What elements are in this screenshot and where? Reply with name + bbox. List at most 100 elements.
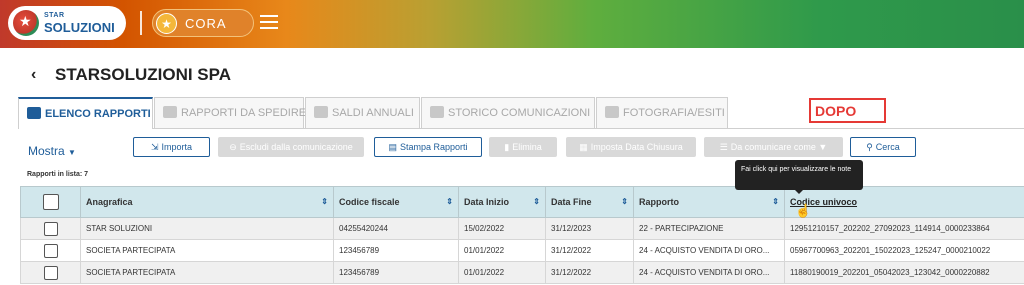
sort-icon: ⇕ (533, 197, 540, 206)
escludi-button[interactable]: ⊖ Escludi dalla comunicazione (218, 137, 364, 157)
imposta-label: Imposta Data Chiusura (590, 142, 683, 152)
da-comunicare-label: Da comunicare come (730, 142, 816, 152)
cell-rapporto: 22 - PARTECIPAZIONE (633, 217, 785, 240)
select-all-checkbox-cell (20, 186, 81, 218)
select-all-checkbox[interactable] (42, 194, 59, 210)
hamburger-menu-icon[interactable] (260, 15, 278, 31)
camera-icon (605, 106, 619, 118)
tab-rapporti-da-spedire[interactable]: RAPPORTI DA SPEDIRE (154, 97, 307, 128)
cell-codice-univoco: 05967700963_202201_15022023_125247_00002… (784, 239, 1024, 262)
header-label: Rapporto (639, 197, 679, 207)
sort-icon: ⇕ (446, 197, 453, 206)
rapporti-count: Rapporti in lista: 7 (27, 171, 89, 178)
starsoluzioni-logo[interactable]: STAR SOLUZIONI (8, 6, 126, 40)
cell-anagrafica: SOCIETA PARTECIPATA (80, 261, 334, 284)
star-logo-icon (13, 10, 39, 36)
column-header-rapporto[interactable]: Rapporto ⇕ (633, 186, 785, 218)
sort-icon: ⇕ (772, 197, 779, 206)
sort-icon: ⇕ (321, 197, 328, 206)
row-checkbox-cell (20, 261, 81, 284)
cell-anagrafica: SOCIETA PARTECIPATA (80, 239, 334, 262)
header-divider (140, 11, 142, 35)
importa-button[interactable]: ⇲ Importa (133, 137, 210, 157)
da-comunicare-dropdown[interactable]: ☰ Da comunicare come ▼ (704, 137, 843, 157)
row-checkbox[interactable] (43, 221, 58, 236)
header-label: Codice fiscale (339, 197, 400, 207)
mostra-dropdown[interactable]: Mostra ▼ (28, 144, 76, 158)
caret-down-icon: ▼ (68, 148, 76, 157)
list-icon: ☰ (719, 142, 728, 152)
header-label: Anagrafica (86, 197, 133, 207)
cell-data-fine: 31/12/2023 (545, 217, 634, 240)
cora-label: CORA (185, 16, 227, 31)
hand-cursor-icon: ☝ (795, 203, 812, 218)
star-icon: ★ (156, 13, 177, 34)
stampa-label: Stampa Rapporti (399, 142, 468, 152)
row-checkbox-cell (20, 217, 81, 240)
tab-label: SALDI ANNUALI (332, 107, 414, 119)
cell-codice-fiscale: 04255420244 (333, 217, 459, 240)
cell-rapporto: 24 - ACQUISTO VENDITA DI ORO... (633, 261, 785, 284)
logo-text-big: SOLUZIONI (44, 20, 115, 35)
cell-data-inizio: 01/01/2022 (458, 239, 546, 262)
import-icon: ⇲ (150, 142, 159, 152)
tab-label: RAPPORTI DA SPEDIRE (181, 107, 307, 119)
list-icon (27, 107, 41, 119)
row-checkbox-cell (20, 239, 81, 262)
cell-codice-fiscale: 123456789 (333, 239, 459, 262)
tab-elenco-rapporti[interactable]: ELENCO RAPPORTI (18, 97, 153, 129)
tab-label: STORICO COMUNICAZIONI (448, 107, 591, 119)
tab-fotografia-esiti[interactable]: FOTOGRAFIA/ESITI (596, 97, 728, 128)
cell-codice-univoco: 12951210157_202202_27092023_114914_00002… (784, 217, 1024, 240)
minus-circle-icon: ⊖ (229, 142, 237, 152)
download-icon (163, 106, 177, 118)
column-header-codice-fiscale[interactable]: Codice fiscale ⇕ (333, 186, 459, 218)
cell-anagrafica: STAR SOLUZIONI (80, 217, 334, 240)
cell-codice-fiscale: 123456789 (333, 261, 459, 284)
table-row[interactable]: SOCIETA PARTECIPATA 123456789 01/01/2022… (20, 239, 1024, 262)
stampa-rapporti-button[interactable]: ▤ Stampa Rapporti (374, 137, 482, 157)
header-label: Data Inizio (464, 197, 510, 207)
row-checkbox[interactable] (43, 243, 58, 258)
rapporti-table: Anagrafica ⇕ Codice fiscale ⇕ Data Inizio ⇕… (20, 186, 1024, 284)
imposta-data-chiusura-button[interactable]: ▦ Imposta Data Chiusura (566, 137, 696, 157)
table-row[interactable]: SOCIETA PARTECIPATA 123456789 01/01/2022… (20, 261, 1024, 284)
sort-icon: ⇕ (621, 197, 628, 206)
cora-app-badge[interactable]: ★ CORA (152, 9, 254, 37)
search-icon: ⚲ (866, 142, 873, 152)
page-title: STARSOLUZIONI SPA (55, 65, 231, 84)
cerca-label: Cerca (875, 142, 900, 152)
column-header-data-inizio[interactable]: Data Inizio ⇕ (458, 186, 546, 218)
column-header-data-fine[interactable]: Data Fine ⇕ (545, 186, 634, 218)
back-arrow-icon[interactable]: ‹ (31, 66, 36, 84)
credit-card-icon (314, 106, 328, 118)
table-row[interactable]: STAR SOLUZIONI 04255420244 15/02/2022 31… (20, 217, 1024, 240)
cell-data-inizio: 01/01/2022 (458, 261, 546, 284)
trash-icon: ▮ (504, 142, 510, 152)
elimina-button[interactable]: ▮ Elimina (489, 137, 557, 157)
tab-storico-comunicazioni[interactable]: STORICO COMUNICAZIONI (421, 97, 595, 128)
row-checkbox[interactable] (43, 265, 58, 280)
mostra-label: Mostra (28, 144, 65, 158)
importa-label: Importa (161, 142, 193, 152)
print-icon: ▤ (388, 142, 397, 152)
tab-label: FOTOGRAFIA/ESITI (623, 107, 725, 119)
tab-label: ELENCO RAPPORTI (45, 108, 151, 120)
header-label: Data Fine (551, 197, 592, 207)
cell-data-fine: 31/12/2022 (545, 239, 634, 262)
column-header-codice-univoco[interactable]: Codice univoco (784, 186, 1024, 218)
elimina-label: Elimina (512, 142, 542, 152)
cell-codice-univoco: 11880190019_202201_05042023_123042_00002… (784, 261, 1024, 284)
dopo-annotation: DOPO (809, 98, 886, 123)
cell-data-inizio: 15/02/2022 (458, 217, 546, 240)
notes-tooltip: Fai click qui per visualizzare le note (735, 160, 863, 194)
top-bar: STAR SOLUZIONI ★ CORA (0, 0, 1024, 48)
logo-text-small: STAR (44, 12, 65, 19)
cerca-button[interactable]: ⚲ Cerca (850, 137, 916, 157)
calendar-icon: ▦ (579, 142, 588, 152)
tab-saldi-annuali[interactable]: SALDI ANNUALI (305, 97, 420, 128)
column-header-anagrafica[interactable]: Anagrafica ⇕ (80, 186, 334, 218)
caret-down-icon: ▼ (818, 142, 828, 152)
escludi-label: Escludi dalla comunicazione (239, 142, 353, 152)
cell-data-fine: 31/12/2022 (545, 261, 634, 284)
